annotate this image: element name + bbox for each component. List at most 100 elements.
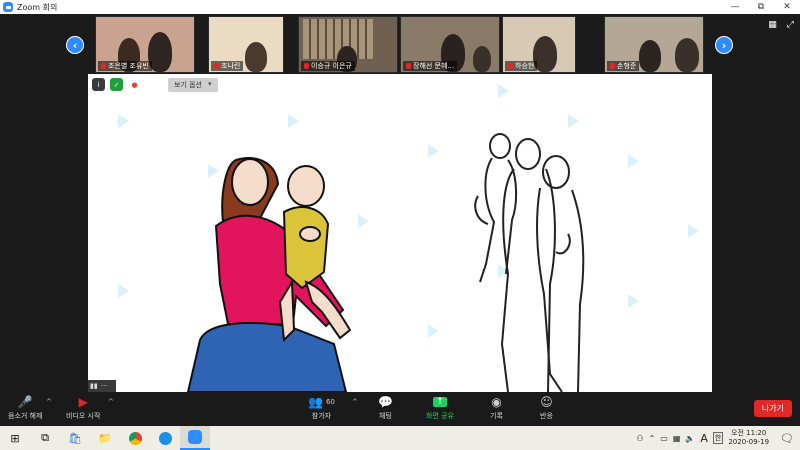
signal-bars-icon: ▮▮ [90,382,98,390]
zoom-taskbar-icon[interactable] [180,426,210,450]
recording-icon[interactable]: ● [128,78,141,91]
illustration [186,133,585,392]
meeting-info-icon[interactable]: i [92,78,105,91]
share-screen-icon: ↑ [433,394,447,410]
participant-thumbnail[interactable]: 조나린 [208,16,284,73]
participants-label: 참가자 [311,412,332,420]
participant-name-tag: 조은별 조유빈 [98,61,152,71]
windows-start-icon[interactable]: ⊞ [0,426,30,450]
audio-options-caret[interactable]: ^ [46,398,52,406]
video-off-icon: ▶ [78,395,88,409]
chevron-up-icon[interactable]: ⌃ [649,434,656,443]
participant-name: 이승규 이은규 [311,62,352,70]
record-label: 기록 [490,412,503,420]
system-tray: ⚇ ⌃ ▭ ▦ 🔈 A 한 오전 11:20 2020-09-19 🗨 [636,426,800,450]
muted-microphone-icon: 🎤 [17,395,33,409]
window-titlebar: Zoom 회의 — ⧉ ✕ [0,0,800,14]
muted-mic-icon [101,63,106,69]
reactions-label: 반응 [540,412,553,420]
meeting-stage: ‹ 조은별 조유빈 조나린 이승규 이은규 장해선 문혜... 하승현 손형준 … [0,14,800,392]
participant-name: 조은별 조유빈 [108,62,149,70]
zoom-logo-icon [3,2,13,12]
muted-mic-icon [610,63,615,69]
start-video-button[interactable]: ▶ 비디오 시작 [66,394,100,421]
chrome-icon[interactable] [120,426,150,450]
participants-count: 60 [325,398,335,406]
participant-name-tag: 이승규 이은규 [301,61,355,71]
unmute-button[interactable]: 🎤 음소거 해제 [8,394,42,421]
participants-icon: 👥 60 [308,395,335,409]
colored-figures [186,157,352,392]
volume-icon[interactable]: 🔈 [685,434,695,443]
next-page-button[interactable]: › [715,36,733,54]
share-screen-button[interactable]: ↑ 화면 공유 [426,394,454,421]
participant-name-tag: 장해선 문혜... [403,61,458,71]
restore-button[interactable]: ⧉ [748,2,774,12]
participant-thumbnail[interactable]: 이승규 이은규 [298,16,398,73]
participant-thumbnail[interactable]: 하승현 [502,16,576,73]
participant-name: 장해선 문혜... [413,62,455,70]
input-language-indicator[interactable]: A [700,432,708,445]
minimize-button[interactable]: — [722,2,748,12]
muted-mic-icon [214,63,219,69]
people-icon[interactable]: ⚇ [636,434,643,443]
muted-mic-icon [406,63,411,69]
record-icon: ◉ [491,395,502,409]
participant-thumbnail[interactable]: 손형준 [604,16,704,73]
muted-mic-icon [508,63,513,69]
view-options-button[interactable]: 보기 옵션 ▾ [168,78,218,92]
battery-icon[interactable]: ▭ [660,434,668,443]
leave-meeting-button[interactable]: 나가기 [753,400,792,417]
clock-time: 오전 11:20 [731,429,767,437]
windows-taskbar: ⊞ ⧉ 🛍 📁 ⚇ ⌃ ▭ ▦ 🔈 A 한 오전 11:20 2020-09-1… [0,426,800,450]
share-screen-label: 화면 공유 [426,412,454,420]
participant-figure [639,40,661,72]
gallery-view-icon[interactable]: ▦ [768,20,777,30]
participant-name-tag: 손형준 [607,61,640,71]
view-options-label: 보기 옵션 [174,81,202,89]
close-button[interactable]: ✕ [774,2,800,12]
meeting-controls-bar: 🎤 음소거 해제 ^ ▶ 비디오 시작 ^ 👥 60 참가자 ^ 💬 채팅 ↑ 화… [0,392,800,426]
notification-icon[interactable]: 🗨 [780,432,794,445]
reactions-button[interactable]: ☺ 반응 [540,394,553,421]
fullscreen-icon[interactable]: ⤢ [787,20,794,30]
clock[interactable]: 오전 11:20 2020-09-19 [728,429,769,447]
task-view-icon[interactable]: ⧉ [30,426,60,450]
network-icon[interactable]: ▦ [673,434,681,443]
smiley-reaction-icon: ☺ [540,395,553,409]
participant-figure [473,46,491,72]
participant-name-tag: 조나린 [211,61,244,71]
participant-name: 하승현 [515,62,535,70]
participant-thumbnail[interactable]: 조은별 조유빈 [95,16,195,73]
file-explorer-icon[interactable]: 📁 [90,426,120,450]
shared-screen: i ✓ ● 보기 옵션 ▾ [88,74,712,392]
clock-date: 2020-09-19 [728,438,770,446]
chevron-down-icon: ▾ [208,80,212,88]
chat-bubble-icon: 💬 [378,395,393,409]
edge-icon[interactable] [150,426,180,450]
participants-button[interactable]: 👥 60 참가자 [308,394,335,421]
window-title: Zoom 회의 [17,2,58,12]
store-icon[interactable]: 🛍 [60,426,90,450]
participant-name: 조나린 [221,62,241,70]
start-video-label: 비디오 시작 [66,412,101,420]
chat-label: 채팅 [379,412,392,420]
participants-options-caret[interactable]: ^ [352,398,358,406]
participant-name: 손형준 [617,62,637,70]
video-options-caret[interactable]: ^ [108,398,114,406]
network-signal-indicator[interactable]: ▮▮ ··· [88,380,116,392]
muted-mic-icon [304,63,309,69]
participant-thumbnail[interactable]: 장해선 문혜... [400,16,500,73]
share-toolbar: i ✓ ● [92,78,141,91]
participant-name-tag: 하승현 [505,61,538,71]
participant-figure [675,38,699,72]
ime-mode-indicator[interactable]: 한 [712,432,724,444]
chat-button[interactable]: 💬 채팅 [378,394,393,421]
participant-figure [245,42,267,72]
record-button[interactable]: ◉ 기록 [490,394,503,421]
unmute-label: 음소거 해제 [8,412,43,420]
outline-figures [474,133,585,392]
participant-thumbnail-strip: ‹ 조은별 조유빈 조나린 이승규 이은규 장해선 문혜... 하승현 손형준 … [0,14,800,74]
previous-page-button[interactable]: ‹ [66,36,84,54]
encryption-shield-icon[interactable]: ✓ [110,78,123,91]
